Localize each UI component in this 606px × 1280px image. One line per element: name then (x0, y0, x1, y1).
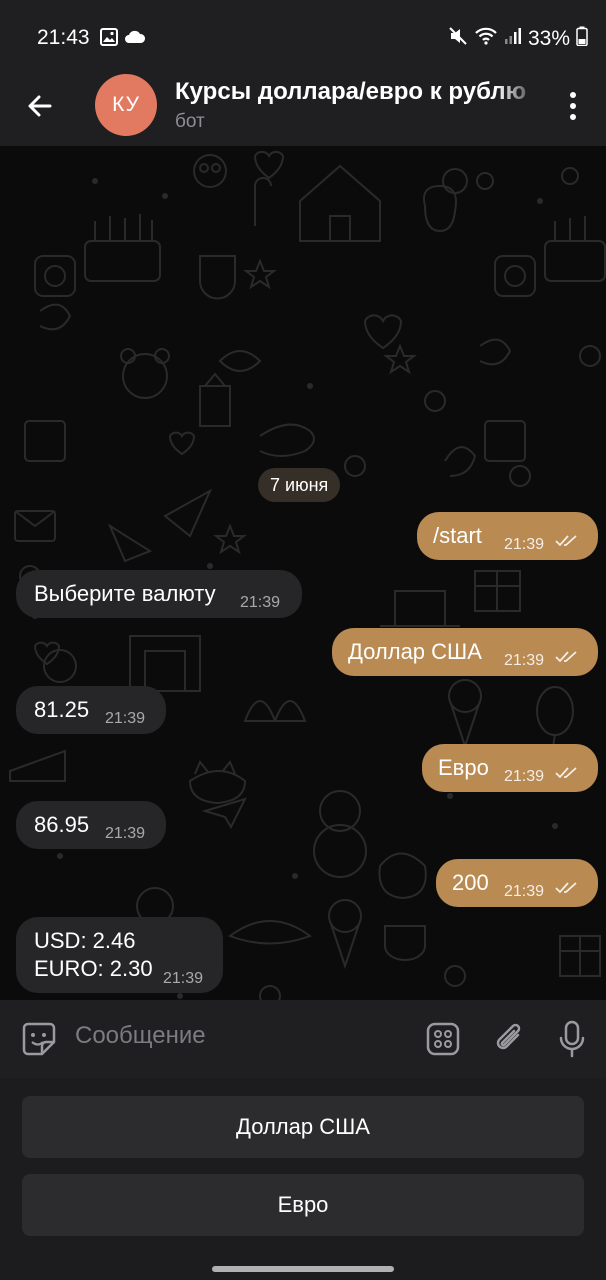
mute-icon (448, 26, 468, 51)
message-text: Выберите валюту (34, 581, 216, 606)
kebab-dot-icon (570, 92, 576, 98)
status-time: 21:43 (37, 26, 90, 49)
message-time: 21:39 (504, 652, 545, 669)
message-time: 21:39 (504, 768, 545, 785)
message-composer: Сообщение (0, 1000, 606, 1078)
double-check-icon (555, 767, 577, 779)
message-time: 21:39 (105, 710, 146, 727)
image-icon (100, 28, 118, 51)
message-bubble-outgoing[interactable]: 200 21:39 (436, 859, 598, 907)
message-time: 21:39 (240, 594, 281, 611)
message-text: Евро (438, 755, 489, 780)
message-time: 21:39 (163, 970, 204, 987)
message-time: 21:39 (504, 883, 545, 900)
message-bubble-incoming[interactable]: Выберите валюту 21:39 (16, 570, 302, 618)
message-text-line2: EURO: 2.30 (34, 956, 153, 981)
message-input[interactable]: Сообщение (75, 1022, 206, 1050)
cloud-icon (124, 29, 146, 50)
message-text: Доллар США (348, 639, 482, 664)
arrow-left-icon (28, 95, 52, 117)
more-options-button[interactable] (558, 86, 588, 126)
wifi-icon (474, 26, 498, 51)
message-text-line1: USD: 2.46 (34, 928, 136, 953)
bot-reply-keyboard: Доллар США Евро (0, 1078, 606, 1280)
message-text: 81.25 (34, 697, 90, 722)
battery-percent: 33% (527, 26, 570, 50)
chat-area[interactable]: 7 июня /start 21:39 Выберите валюту 21:3… (0, 146, 606, 1000)
date-chip: 7 июня (258, 468, 341, 502)
status-bar: 21:43 33% (0, 0, 606, 70)
message-time: 21:39 (105, 825, 146, 842)
message-bubble-incoming[interactable]: USD: 2.46 EURO: 2.30 21:39 (16, 917, 223, 993)
sticker-icon[interactable] (20, 1020, 58, 1063)
message-text: 86.95 (34, 812, 90, 837)
message-time: 21:39 (504, 536, 545, 553)
message-bubble-outgoing[interactable]: Евро 21:39 (422, 744, 598, 792)
paperclip-icon[interactable] (492, 1021, 526, 1062)
home-indicator[interactable] (212, 1266, 394, 1272)
message-bubble-outgoing[interactable]: /start 21:39 (417, 512, 598, 560)
double-check-icon (555, 651, 577, 663)
keyboard-button-usd[interactable]: Доллар США (22, 1096, 584, 1158)
back-button[interactable] (20, 86, 60, 126)
double-check-icon (555, 535, 577, 547)
bot-keyboard-icon[interactable] (426, 1022, 460, 1061)
double-check-icon (555, 882, 577, 894)
avatar[interactable]: КУ (95, 74, 157, 136)
signal-icon (504, 27, 522, 50)
keyboard-button-eur[interactable]: Евро (22, 1174, 584, 1236)
message-text: 200 (452, 870, 489, 895)
message-text: /start (433, 523, 482, 548)
chat-subtitle: бот (175, 111, 205, 132)
microphone-icon[interactable] (558, 1020, 586, 1063)
chat-title[interactable]: Курсы доллара/евро к рублю (175, 78, 540, 106)
message-bubble-incoming[interactable]: 81.25 21:39 (16, 686, 166, 734)
kebab-dot-icon (570, 114, 576, 120)
battery-icon (576, 26, 588, 51)
chat-header: КУ Курсы доллара/евро к рублю бот (0, 70, 606, 146)
message-bubble-incoming[interactable]: 86.95 21:39 (16, 801, 166, 849)
message-bubble-outgoing[interactable]: Доллар США 21:39 (332, 628, 598, 676)
kebab-dot-icon (570, 103, 576, 109)
